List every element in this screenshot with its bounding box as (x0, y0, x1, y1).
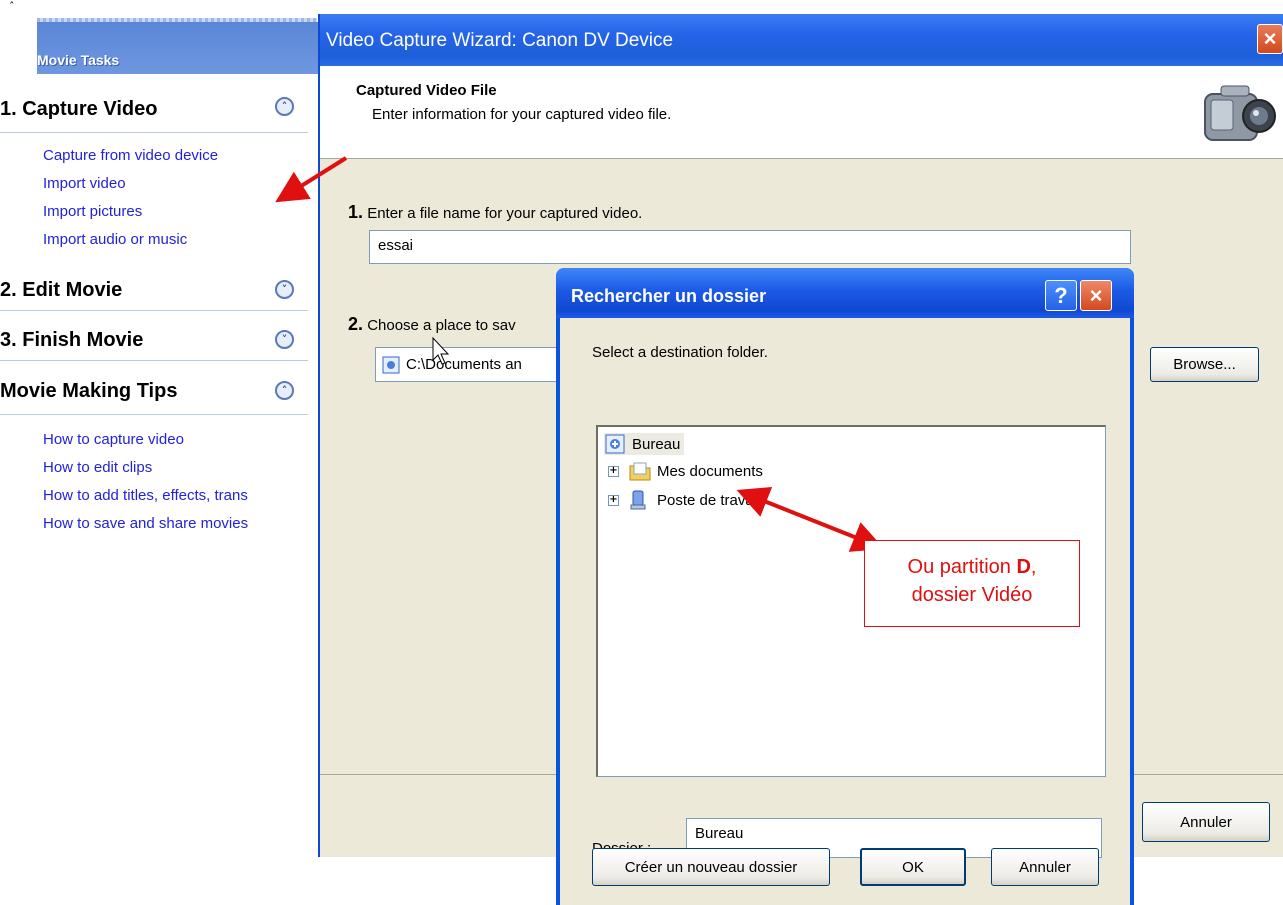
link-import-video[interactable]: Import video (43, 175, 126, 192)
section-finish-movie-title[interactable]: 3. Finish Movie (0, 329, 143, 352)
section-divider (0, 414, 308, 415)
section-divider (0, 132, 308, 133)
step2-number: 2. (348, 314, 364, 334)
step1-text: Enter a file name for your captured vide… (367, 205, 643, 222)
new-folder-button[interactable]: Créer un nouveau dossier (592, 848, 830, 886)
corner-mark: ˆ (9, 0, 15, 13)
wizard-title: Video Capture Wizard: Canon DV Device (326, 30, 674, 51)
movie-tasks-header: Movie Tasks (37, 22, 318, 74)
section-edit-movie-title[interactable]: 2. Edit Movie (0, 279, 122, 302)
save-location-field[interactable]: C:\Documents an (375, 347, 575, 382)
wizard-title-bar[interactable]: Video Capture Wizard: Canon DV Device (320, 14, 1283, 66)
computer-icon (630, 490, 646, 510)
collapse-capture-video-icon[interactable]: ˄ (275, 97, 294, 116)
expand-edit-movie-icon[interactable]: ˅ (275, 280, 294, 299)
tree-item-bureau[interactable]: Bureau (604, 433, 685, 455)
tree-label: Bureau (632, 435, 681, 453)
step2-label: 2. Choose a place to sav (348, 314, 516, 335)
callout-suffix: , (1030, 556, 1037, 578)
movie-tasks-title: Movie Tasks (37, 52, 120, 68)
annotation-callout: Ou partition D, dossier Vidéo (864, 540, 1080, 627)
desktop-icon (382, 356, 400, 373)
tree-label: Poste de travail (657, 491, 761, 509)
movie-tasks-pane: ˆ Movie Tasks 1. Capture Video ˄ Capture… (0, 0, 318, 905)
callout-line2: dossier Vidéo (911, 584, 1033, 606)
dialog-close-button[interactable]: × (1080, 280, 1112, 311)
wizard-header-title: Captured Video File (356, 82, 497, 99)
expand-icon[interactable]: + (608, 494, 619, 506)
wizard-cancel-button[interactable]: Annuler (1142, 802, 1270, 842)
link-how-to-add-titles[interactable]: How to add titles, effects, trans (43, 487, 248, 504)
callout-prefix: Ou partition (907, 556, 1017, 578)
wizard-header-subtitle: Enter information for your captured vide… (372, 106, 672, 123)
folder-icon (629, 462, 651, 481)
step2-text: Choose a place to sav (367, 317, 516, 334)
dialog-instruction: Select a destination folder. (592, 344, 768, 361)
link-import-audio[interactable]: Import audio or music (43, 231, 187, 248)
tree-item-poste-de-travail[interactable]: + Poste de travail (608, 489, 760, 511)
section-capture-video-title[interactable]: 1. Capture Video (0, 98, 157, 121)
tree-item-mes-documents[interactable]: + Mes documents (608, 461, 763, 481)
callout-bold: D (1016, 556, 1031, 578)
browse-button[interactable]: Browse... (1150, 347, 1259, 382)
wizard-header: Captured Video File Enter information fo… (320, 66, 1283, 159)
link-how-to-edit[interactable]: How to edit clips (43, 459, 152, 476)
dialog-help-button[interactable]: ? (1045, 280, 1077, 311)
filename-input[interactable]: essai (369, 230, 1131, 264)
section-divider (0, 360, 308, 361)
tree-label: Mes documents (657, 462, 763, 480)
camcorder-icon (1204, 85, 1276, 141)
link-how-to-capture[interactable]: How to capture video (43, 431, 184, 448)
save-location-value: C:\Documents an (406, 356, 522, 373)
link-how-to-save-share[interactable]: How to save and share movies (43, 515, 248, 532)
dialog-title: Rechercher un dossier (571, 286, 767, 306)
expand-icon[interactable]: + (608, 465, 619, 477)
wizard-close-button[interactable]: × (1257, 24, 1283, 54)
step1-label: 1. Enter a file name for your captured v… (348, 202, 642, 223)
step1-number: 1. (348, 202, 364, 222)
link-import-pictures[interactable]: Import pictures (43, 203, 142, 220)
expand-finish-movie-icon[interactable]: ˅ (275, 330, 294, 349)
dialog-cancel-button[interactable]: Annuler (991, 848, 1099, 886)
link-capture-from-device[interactable]: Capture from video device (43, 147, 218, 164)
ok-button[interactable]: OK (860, 848, 966, 886)
section-movie-tips-title[interactable]: Movie Making Tips (0, 380, 177, 403)
desktop-icon (605, 434, 625, 454)
section-divider (0, 310, 308, 311)
collapse-movie-tips-icon[interactable]: ˄ (275, 381, 294, 400)
